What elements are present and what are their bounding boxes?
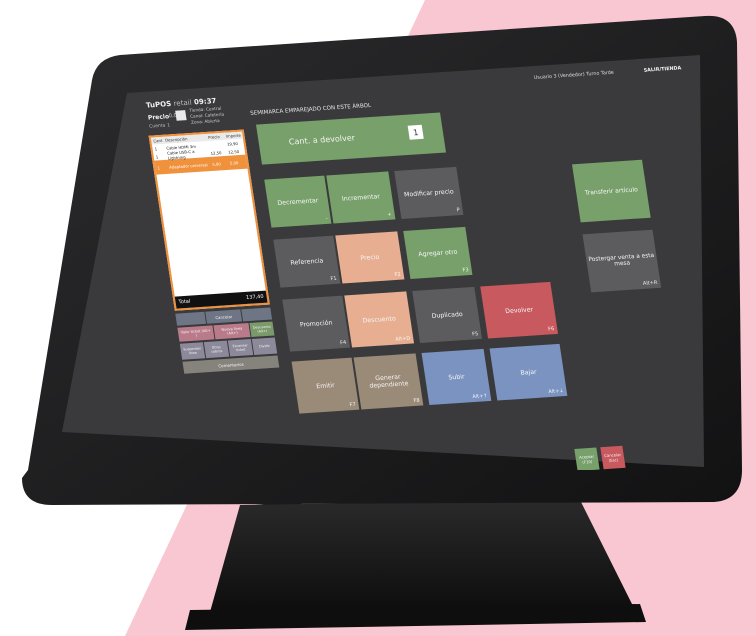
tile-agregar-otro[interactable]: Agregar otro F3: [403, 226, 473, 280]
tile-label: Generar dependiente: [368, 373, 409, 390]
transfer-item-button[interactable]: Transferir artículo: [572, 159, 651, 223]
ticket-panel: Cant Descripción Precio Importe 1 Cable …: [148, 129, 270, 311]
accept-button[interactable]: Aceptar (F10): [574, 447, 600, 470]
tile-descuento[interactable]: Descuento Alt+D: [344, 291, 415, 348]
suspend-line-button[interactable]: Suspender línea: [179, 342, 206, 360]
tile-label: Modificar precio: [403, 187, 455, 199]
cancel-line-button[interactable]: Cancelar: [205, 309, 242, 324]
tile-devolver[interactable]: Devolver F6: [480, 281, 559, 339]
tile-label: Precio: [359, 253, 380, 262]
tile-label: Devolver: [504, 305, 534, 315]
clock: 09:37: [193, 96, 217, 107]
left-button-1[interactable]: [175, 311, 207, 326]
tile-label: Agregar otro: [417, 248, 458, 258]
shortcut-key: F6: [547, 326, 555, 333]
tile-modificar-precio[interactable]: Modificar precio P: [394, 166, 464, 220]
tile-precio[interactable]: Precio F2: [335, 231, 405, 284]
shortcut-key: F2: [394, 271, 402, 279]
tile-label: Decrementar: [276, 196, 319, 207]
split-button[interactable]: Dividir: [251, 337, 278, 355]
shortcut-key: P: [456, 207, 461, 214]
shortcut-key: F8: [413, 397, 421, 405]
shortcut-key: +: [387, 211, 393, 218]
tile-bajar[interactable]: Bajar Alt+↓: [489, 343, 568, 401]
shortcut-key: F5: [471, 331, 479, 338]
discount-small-button[interactable]: Descuento (Alt+): [249, 321, 275, 337]
tile-label: Emitir: [315, 381, 336, 390]
shortcut-key: F3: [462, 267, 470, 274]
main-title: SEMIMARCA EMPAREJADO CON ESTE ÁRBOL: [249, 102, 372, 117]
qty-bar: Cant. a devolver 1: [256, 112, 446, 165]
shortcut-key: F1: [330, 275, 338, 283]
tile-duplicado[interactable]: Duplicado F5: [412, 286, 483, 344]
total-label: Total: [178, 298, 191, 306]
total-value: 137,40: [245, 293, 265, 301]
tile-label: Descuento: [362, 314, 397, 325]
qr-icon: [175, 110, 187, 121]
new-line-button[interactable]: Nueva línea (Alt+): [213, 323, 251, 340]
tile-incrementar[interactable]: Incrementar +: [326, 171, 396, 224]
user-info: Usuario 3 (Vendedor) Turno Tarde: [533, 70, 615, 81]
shortcut-key: Alt+↑: [471, 393, 489, 401]
tile-promoción[interactable]: Promoción F4: [282, 295, 351, 352]
tile-generar-dependiente[interactable]: Generar dependiente F8: [353, 353, 424, 410]
tile-decrementar[interactable]: Decrementar -: [264, 175, 332, 228]
tile-subir[interactable]: Subir Alt+↑: [421, 348, 492, 406]
left-button-3[interactable]: [240, 307, 273, 322]
ticket-total-bar: Total 137,40: [174, 290, 268, 309]
meta-line-3: Zona: Abierta: [190, 117, 220, 125]
tile-label: Referencia: [289, 257, 324, 267]
app-logo: TuPOS retail: [145, 98, 193, 110]
other-charges-button[interactable]: Otros cobros: [203, 340, 230, 359]
qty-label: Cant. a devolver: [288, 133, 356, 147]
shortcut-key: F4: [339, 339, 347, 347]
tile-label: Subir: [447, 372, 465, 381]
shortcut-key: -: [325, 215, 329, 222]
tile-label: Duplicado: [431, 310, 464, 320]
tile-label: Incrementar: [341, 192, 381, 203]
qty-input[interactable]: 1: [407, 124, 424, 140]
ticket-col-qty: Cant: [153, 137, 163, 144]
price-label: Precio: [147, 113, 170, 122]
tile-referencia[interactable]: Referencia F1: [273, 235, 341, 288]
shortcut-key: F7: [349, 401, 357, 409]
shortcut-key: Alt+D: [395, 335, 411, 343]
account-value: 1: [166, 123, 171, 129]
postpone-sale-button[interactable]: Postergar venta a esta mesa Alt+R: [582, 229, 662, 293]
tile-label: Bajar: [519, 368, 538, 377]
tile-label: Promoción: [299, 319, 333, 329]
account-label: Cuenta: [148, 123, 166, 130]
exit-button[interactable]: SALIR/TIENDA: [644, 66, 682, 74]
cancel-button[interactable]: Cancelar (Esc): [600, 445, 626, 470]
ticket-col-amount: Importe: [225, 132, 242, 139]
tile-emitir[interactable]: Emitir F7: [291, 357, 360, 414]
shortcut-key: Alt+↓: [547, 388, 565, 396]
scan-ticket-button[interactable]: Escanear ticket: [227, 339, 254, 357]
ticket-value-button[interactable]: Valor ticket (Alt+ ): [177, 325, 215, 342]
